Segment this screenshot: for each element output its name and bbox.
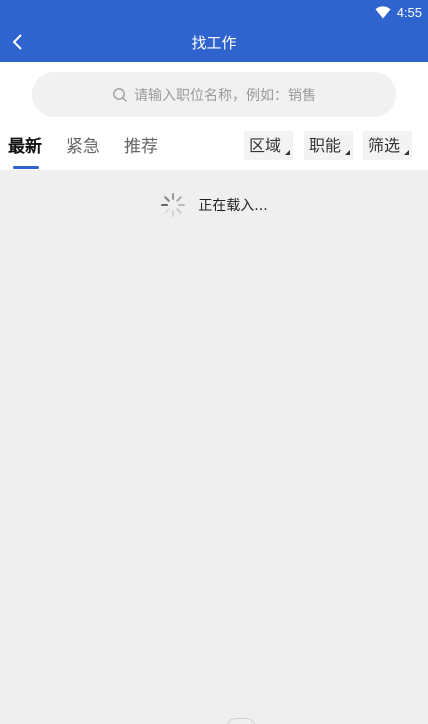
back-button[interactable] — [4, 28, 32, 56]
active-tab-indicator — [13, 166, 39, 169]
search-area: 请输入职位名称，例如：销售 — [0, 62, 428, 126]
filter-function-label: 职能 — [309, 136, 342, 155]
status-bar: 4:55 — [375, 3, 422, 21]
dropdown-triangle-icon — [345, 150, 351, 155]
filter-more[interactable]: 筛选 — [363, 131, 413, 160]
dropdown-triangle-icon — [285, 150, 291, 155]
filter-function[interactable]: 职能 — [304, 131, 354, 160]
spinner-icon — [161, 193, 186, 217]
search-input[interactable]: 请输入职位名称，例如：销售 — [32, 72, 396, 117]
tabs-bar: 最新 紧急 推荐 区域 职能 筛选 — [0, 126, 428, 170]
chevron-left-icon — [12, 34, 22, 50]
tab-urgent[interactable]: 紧急 — [66, 132, 100, 162]
filter-more-label: 筛选 — [368, 136, 401, 155]
app-header: 4:55 找工作 — [0, 0, 428, 62]
tab-recommended[interactable]: 推荐 — [124, 132, 158, 162]
bottom-edge-decoration — [226, 718, 256, 724]
loading-text: 正在载入... — [198, 198, 268, 214]
loading-indicator: 正在载入... — [0, 192, 428, 218]
status-time: 4:55 — [396, 4, 422, 20]
wifi-icon — [375, 5, 391, 18]
filter-region-label: 区域 — [249, 136, 282, 155]
filter-region[interactable]: 区域 — [244, 131, 294, 160]
tab-latest[interactable]: 最新 — [8, 132, 42, 162]
search-icon — [113, 87, 127, 102]
page-title: 找工作 — [191, 34, 237, 52]
dropdown-triangle-icon — [404, 150, 410, 155]
search-placeholder: 请输入职位名称，例如：销售 — [134, 87, 316, 104]
